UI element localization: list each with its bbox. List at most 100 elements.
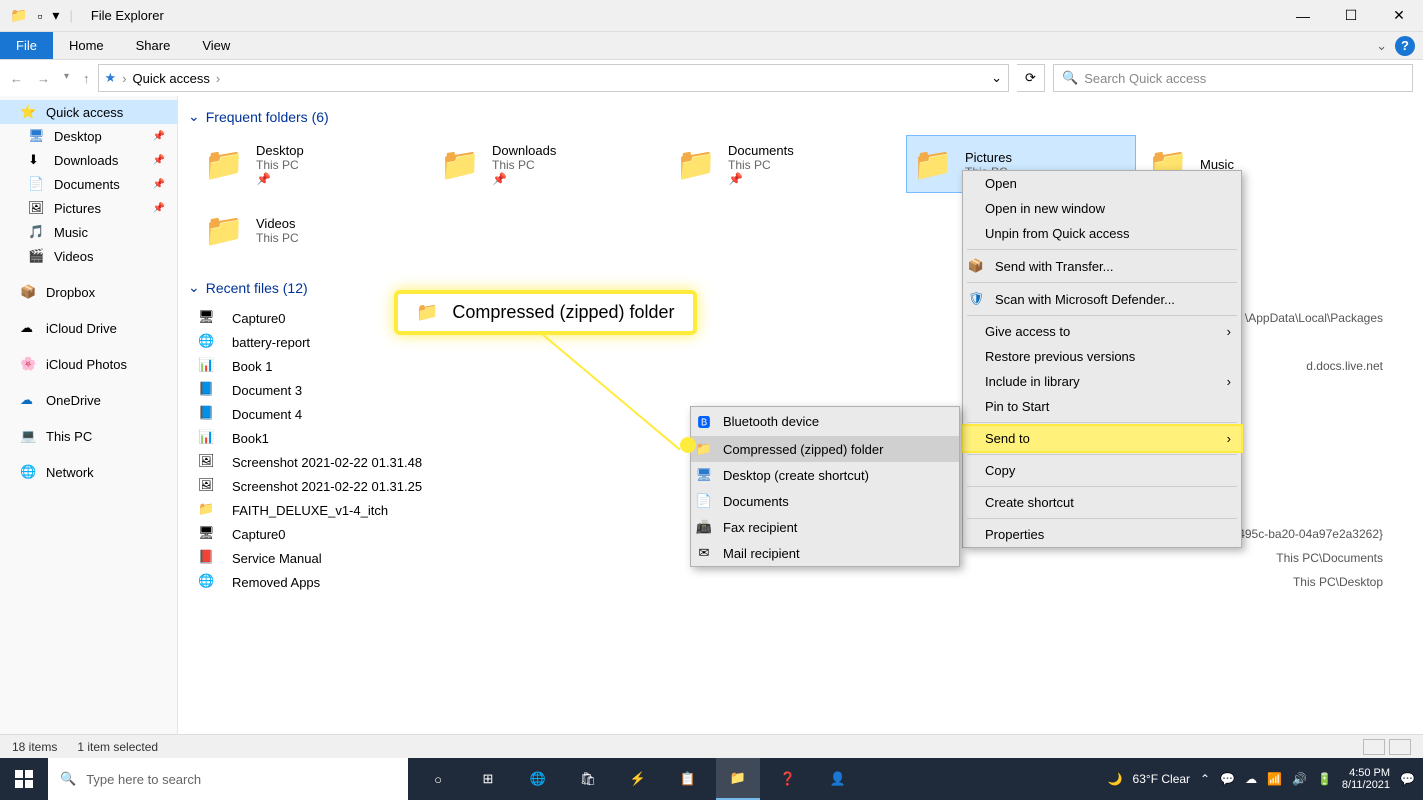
dropbox-icon: 📦 xyxy=(20,284,38,300)
taskbar-edge[interactable]: 🌐 xyxy=(516,758,560,800)
ctx-copy[interactable]: Copy xyxy=(963,458,1241,483)
ctx-pin-start[interactable]: Pin to Start xyxy=(963,394,1241,419)
ctx-give-access[interactable]: Give access to› xyxy=(963,319,1241,344)
ctx-label: Create shortcut xyxy=(985,495,1074,510)
tab-home[interactable]: Home xyxy=(53,32,120,59)
folder-downloads[interactable]: 📁DownloadsThis PC📌 xyxy=(434,135,664,193)
start-button[interactable] xyxy=(0,758,48,800)
tab-file[interactable]: File xyxy=(0,32,53,59)
taskbar-cortana[interactable]: ○ xyxy=(416,758,460,800)
sidebar-item-videos[interactable]: 🎬Videos xyxy=(0,244,177,268)
sendto-compressed[interactable]: 📁Compressed (zipped) folder xyxy=(691,436,959,462)
sidebar-item-thispc[interactable]: 💻This PC xyxy=(0,424,177,448)
ctx-properties[interactable]: Properties xyxy=(963,522,1241,547)
folder-sub: This PC xyxy=(492,158,556,172)
picture-icon: 🖼 xyxy=(28,200,46,216)
view-details-button[interactable] xyxy=(1363,739,1385,755)
sidebar-item-documents[interactable]: 📄Documents📌 xyxy=(0,172,177,196)
view-large-button[interactable] xyxy=(1389,739,1411,755)
ctx-restore-versions[interactable]: Restore previous versions xyxy=(963,344,1241,369)
sidebar-item-music[interactable]: 🎵Music xyxy=(0,220,177,244)
ctx-create-shortcut[interactable]: Create shortcut xyxy=(963,490,1241,515)
folder-sub: This PC xyxy=(256,158,304,172)
taskbar-taskview[interactable]: ⊞ xyxy=(466,758,510,800)
ctx-unpin[interactable]: Unpin from Quick access xyxy=(963,221,1241,246)
sendto-bluetooth[interactable]: 🅱Bluetooth device xyxy=(691,407,959,436)
ctx-scan-defender[interactable]: 🛡Scan with Microsoft Defender... xyxy=(963,286,1241,312)
sidebar-item-pictures[interactable]: 🖼Pictures📌 xyxy=(0,196,177,220)
close-button[interactable]: ✕ xyxy=(1375,0,1423,32)
folder-videos[interactable]: 📁VideosThis PC xyxy=(198,201,428,259)
tray-clock[interactable]: 4:50 PM 8/11/2021 xyxy=(1342,767,1390,791)
ctx-open[interactable]: Open xyxy=(963,171,1241,196)
breadcrumb[interactable]: ★ › Quick access › ⌄ xyxy=(98,64,1009,92)
search-input[interactable]: 🔍 Search Quick access xyxy=(1053,64,1413,92)
sendto-documents[interactable]: 📄Documents xyxy=(691,488,959,514)
taskbar-search[interactable]: 🔍 Type here to search xyxy=(48,758,408,800)
tray-battery-icon[interactable]: 🔋 xyxy=(1317,772,1332,786)
qat-item[interactable]: ▫ xyxy=(37,8,42,24)
tray-volume-icon[interactable]: 🔊 xyxy=(1292,772,1307,786)
minimize-button[interactable]: — xyxy=(1279,0,1327,32)
bluetooth-icon: 🅱 xyxy=(695,412,713,431)
sidebar-item-desktop[interactable]: 🖥Desktop📌 xyxy=(0,124,177,148)
tab-view[interactable]: View xyxy=(186,32,246,59)
tray-chevron-icon[interactable]: ⌃ xyxy=(1200,772,1210,786)
sidebar-item-quickaccess[interactable]: ⭐Quick access xyxy=(0,100,177,124)
sidebar-item-downloads[interactable]: ⬇Downloads📌 xyxy=(0,148,177,172)
music-icon: 🎵 xyxy=(28,224,46,240)
pin-icon: 📌 xyxy=(492,172,556,186)
ribbon-chevron-icon[interactable]: ⌄ xyxy=(1376,38,1387,54)
weather-text[interactable]: 63°F Clear xyxy=(1133,772,1191,786)
sidebar-item-dropbox[interactable]: 📦Dropbox xyxy=(0,280,177,304)
ctx-label: Open xyxy=(985,176,1017,191)
file-name: Document 4 xyxy=(232,407,302,422)
folder-documents[interactable]: 📁DocumentsThis PC📌 xyxy=(670,135,900,193)
ctx-send-transfer[interactable]: 📦Send with Transfer... xyxy=(963,253,1241,279)
folder-desktop[interactable]: 📁DesktopThis PC📌 xyxy=(198,135,428,193)
tab-share[interactable]: Share xyxy=(120,32,187,59)
qat-dropdown[interactable]: ▾ xyxy=(52,7,59,24)
help-icon[interactable]: ? xyxy=(1395,36,1415,56)
pin-icon: 📌 xyxy=(728,172,794,186)
ctx-include-library[interactable]: Include in library› xyxy=(963,369,1241,394)
breadcrumb-dropdown-icon[interactable]: ⌄ xyxy=(991,70,1002,86)
sidebar-item-network[interactable]: 🌐Network xyxy=(0,460,177,484)
history-dropdown-icon[interactable]: ▾ xyxy=(64,71,69,86)
maximize-button[interactable]: ☐ xyxy=(1327,0,1375,32)
taskbar-people[interactable]: 👤 xyxy=(816,758,860,800)
network-icon: 🌐 xyxy=(20,464,38,480)
sidebar-item-label: Downloads xyxy=(54,153,118,168)
tray-wifi-icon[interactable]: 📶 xyxy=(1267,772,1282,786)
sidebar-item-icloudphotos[interactable]: 🌸iCloud Photos xyxy=(0,352,177,376)
back-button[interactable]: ← xyxy=(10,71,23,86)
sendto-mail[interactable]: ✉Mail recipient xyxy=(691,540,959,566)
sendto-desktop-shortcut[interactable]: 🖥Desktop (create shortcut) xyxy=(691,462,959,488)
tray-onedrive-icon[interactable]: ☁ xyxy=(1245,772,1257,786)
ctx-open-new-window[interactable]: Open in new window xyxy=(963,196,1241,221)
weather-icon[interactable]: 🌙 xyxy=(1108,772,1123,786)
file-item[interactable]: 🌐Removed AppsThis PC\Desktop xyxy=(198,570,1403,594)
word-icon: 📘 xyxy=(198,381,218,399)
taskbar-store[interactable]: 🛍 xyxy=(566,758,610,800)
sidebar-item-onedrive[interactable]: ☁OneDrive xyxy=(0,388,177,412)
frequent-folders-header[interactable]: ⌄ Frequent folders (6) xyxy=(178,104,1423,129)
taskbar-help[interactable]: ❓ xyxy=(766,758,810,800)
refresh-button[interactable]: ⟳ xyxy=(1017,64,1045,92)
ctx-send-to[interactable]: Send to› xyxy=(963,426,1241,451)
search-icon: 🔍 xyxy=(60,771,76,787)
cloud-icon: ☁ xyxy=(20,320,38,336)
sidebar-item-iclouddrive[interactable]: ☁iCloud Drive xyxy=(0,316,177,340)
taskbar-explorer[interactable]: 📁 xyxy=(716,758,760,800)
forward-button[interactable]: → xyxy=(37,71,50,86)
ctx-label: Scan with Microsoft Defender... xyxy=(995,292,1175,307)
tray-meet-icon[interactable]: 💬 xyxy=(1220,772,1235,786)
taskbar-app[interactable]: ⚡ xyxy=(616,758,660,800)
pin-icon: 📌 xyxy=(256,172,304,186)
taskbar-office[interactable]: 📋 xyxy=(666,758,710,800)
tray-notifications-icon[interactable]: 💬 xyxy=(1400,772,1415,786)
breadcrumb-item[interactable]: Quick access xyxy=(133,71,210,86)
up-button[interactable]: ↑ xyxy=(83,71,90,86)
folder-name: Videos xyxy=(256,216,299,231)
sendto-fax[interactable]: 📠Fax recipient xyxy=(691,514,959,540)
